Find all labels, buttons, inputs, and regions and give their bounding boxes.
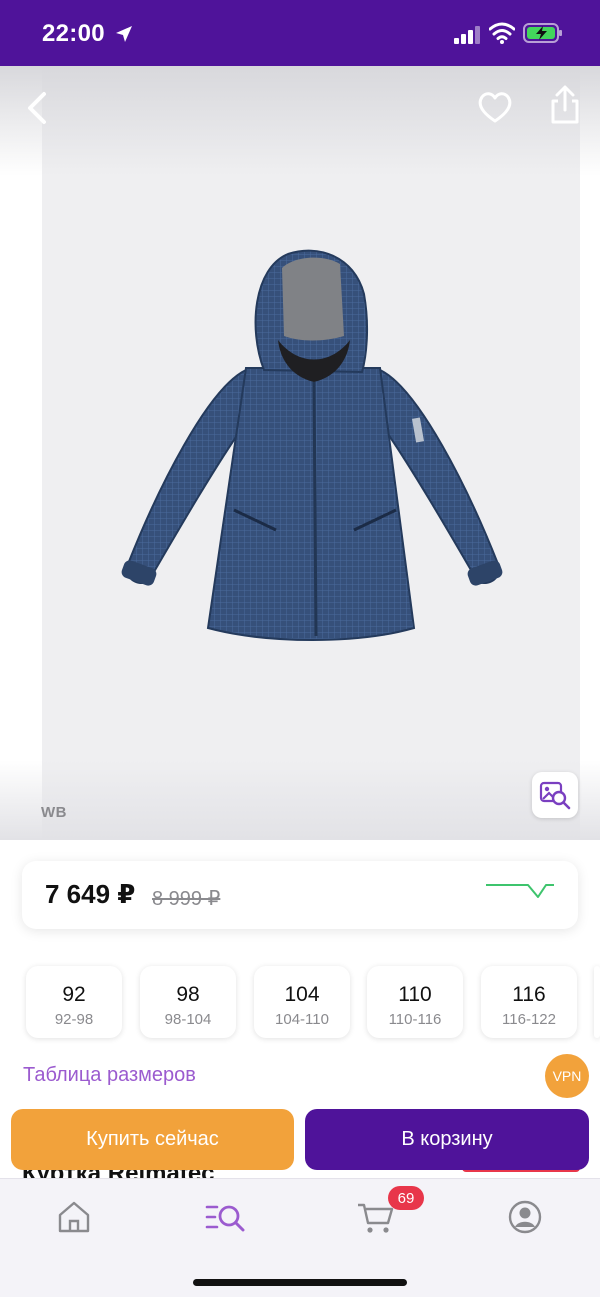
size-value: 92 [62,983,86,1006]
size-value: 116 [512,983,546,1006]
cart-count-badge: 69 [388,1186,424,1210]
price-card[interactable]: 7 649 ₽ 8 999 ₽ [22,861,578,929]
size-range: 110-116 [388,1011,442,1028]
size-range: 98-104 [164,1011,212,1028]
old-price: 8 999 ₽ [152,888,221,910]
product-gallery[interactable]: WB [0,66,600,840]
size-table-link[interactable]: Таблица размеров [23,1064,196,1087]
back-chevron-icon[interactable] [18,86,58,130]
status-bar: 22:00 [0,0,600,66]
size-option[interactable]: 92 92-98 [26,966,122,1038]
size-range: 116-122 [502,1011,556,1028]
share-icon[interactable] [546,84,584,126]
price-history-chart-icon[interactable] [484,881,556,907]
battery-charging-icon [523,23,562,43]
gallery-bottom-shade [0,760,600,840]
vpn-badge[interactable]: VPN [545,1054,589,1098]
size-option[interactable]: 104 104-110 [254,966,350,1038]
status-time: 22:00 [42,20,105,47]
size-selector: 92 92-98 98 98-104 104 104-110 110 110-1… [26,966,600,1038]
add-to-cart-button[interactable]: В корзину [305,1109,589,1170]
size-option[interactable]: 116 116-122 [481,966,577,1038]
visual-search-icon [539,781,571,810]
size-range: 104-110 [275,1011,329,1028]
buy-now-button[interactable]: Купить сейчас [11,1109,294,1170]
size-option-partial[interactable] [594,966,600,1038]
catalog-search-icon[interactable] [205,1197,245,1237]
size-option[interactable]: 98 98-104 [140,966,236,1038]
current-price: 7 649 ₽ [45,879,136,909]
cellular-signal-icon [454,26,480,44]
visual-search-button[interactable] [532,772,578,818]
profile-icon[interactable] [505,1197,545,1237]
product-image[interactable] [118,248,506,648]
wb-watermark: WB [41,804,67,821]
location-arrow-icon [116,26,132,42]
size-value: 98 [176,983,200,1006]
heart-icon[interactable] [476,88,514,126]
size-value: 104 [284,983,320,1006]
wifi-icon [489,22,515,44]
home-icon[interactable] [54,1197,94,1237]
size-range: 92-98 [54,1011,94,1028]
size-value: 110 [398,983,432,1006]
size-option[interactable]: 110 110-116 [367,966,463,1038]
home-indicator [193,1279,407,1286]
